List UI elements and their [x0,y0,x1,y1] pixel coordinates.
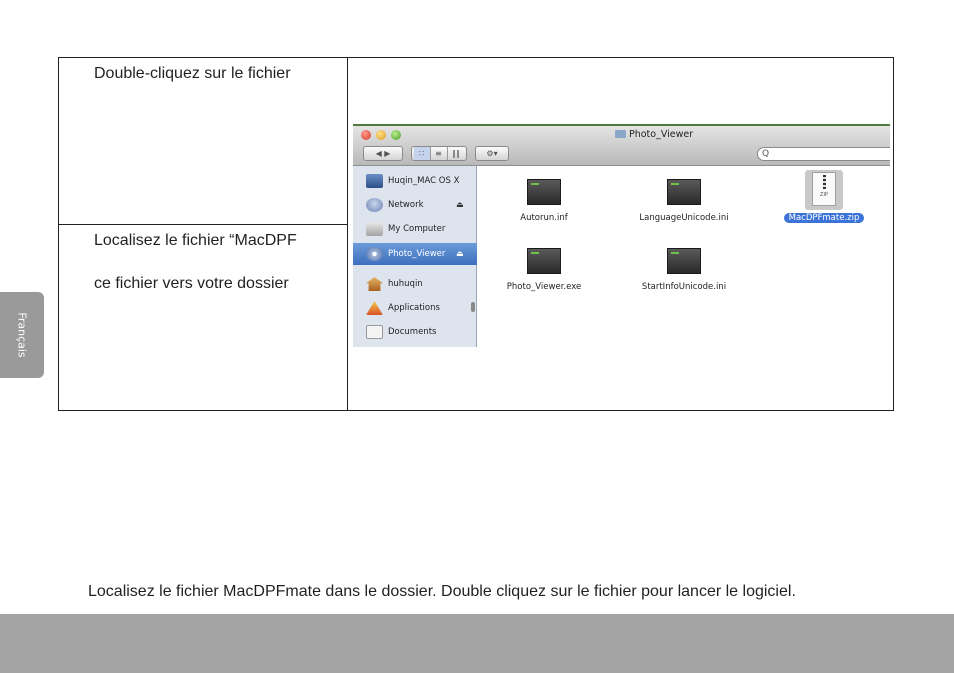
disc-icon [366,247,383,261]
step2-text-line1: Localisez le fichier “MacDPF [94,232,297,249]
file-languageunicode-ini[interactable]: LanguageUnicode.ini [619,179,749,223]
applications-icon [366,301,383,315]
close-window-button[interactable] [361,130,371,140]
sidebar-item-network[interactable]: Network ⏏ [353,194,477,216]
finder-titlebar: Photo_Viewer ◀ ▶ ∷ ≡ ∥∥ ⚙▾ Q [353,124,890,166]
ini-file-icon [667,179,701,205]
network-globe-icon [366,198,383,212]
window-title: Photo_Viewer [615,129,693,140]
ini-file-icon [667,248,701,274]
action-gear-button[interactable]: ⚙▾ [475,146,509,161]
sidebar-scrollbar[interactable] [471,302,475,312]
eject-icon[interactable]: ⏏ [456,243,464,265]
folder-icon [615,130,626,138]
language-tab: Français [0,292,44,378]
icon-view-icon[interactable]: ∷ [413,147,431,160]
table-column-divider [347,58,348,410]
instruction-paragraph: Localisez le fichier MacDPFmate dans le … [88,583,796,600]
finder-content: Autorun.inf LanguageUnicode.ini ZIP MacD… [477,166,890,347]
search-input[interactable]: Q [757,147,890,161]
file-photo-viewer-exe[interactable]: Photo_Viewer.exe [479,248,609,292]
file-autorun-inf[interactable]: Autorun.inf [479,179,609,223]
page-footer-band [0,614,954,673]
sidebar-item-huhuqin[interactable]: huhuqin [353,273,477,295]
sidebar-item-photo-viewer[interactable]: Photo_Viewer ⏏ [353,243,477,265]
view-mode-buttons[interactable]: ∷ ≡ ∥∥ [411,146,467,161]
exe-file-icon [527,248,561,274]
eject-icon[interactable]: ⏏ [456,194,464,216]
documents-icon [366,325,383,339]
sidebar-item-documents[interactable]: Documents [353,321,477,343]
computer-icon [366,222,383,236]
step1-text: Double-cliquez sur le fichier [94,65,291,82]
zoom-window-button[interactable] [391,130,401,140]
finder-sidebar: Huqin_MAC OS X Network ⏏ My Computer Phot… [353,166,477,347]
home-icon [366,277,383,291]
minimize-window-button[interactable] [376,130,386,140]
list-view-icon[interactable]: ≡ [431,147,448,160]
mac-drive-icon [366,174,383,188]
inf-file-icon [527,179,561,205]
table-row-divider [59,224,348,225]
back-forward-button[interactable]: ◀ ▶ [363,146,403,161]
language-tab-label: Français [15,312,29,358]
zip-file-icon: ZIP [805,170,843,210]
sidebar-item-applications[interactable]: Applications [353,297,477,319]
file-startinfounicode-ini[interactable]: StartInfoUnicode.ini [619,248,749,292]
column-view-icon[interactable]: ∥∥ [448,147,465,160]
step2-text-line2: ce fichier vers votre dossier [94,275,289,292]
finder-window-screenshot: Photo_Viewer ◀ ▶ ∷ ≡ ∥∥ ⚙▾ Q Huqin_MAC OS … [353,124,890,347]
sidebar-item-my-computer[interactable]: My Computer [353,218,477,240]
sidebar-item-huqin-mac[interactable]: Huqin_MAC OS X [353,170,477,192]
file-macdpfmate-zip[interactable]: ZIP MacDPFmate.zip [759,170,889,223]
